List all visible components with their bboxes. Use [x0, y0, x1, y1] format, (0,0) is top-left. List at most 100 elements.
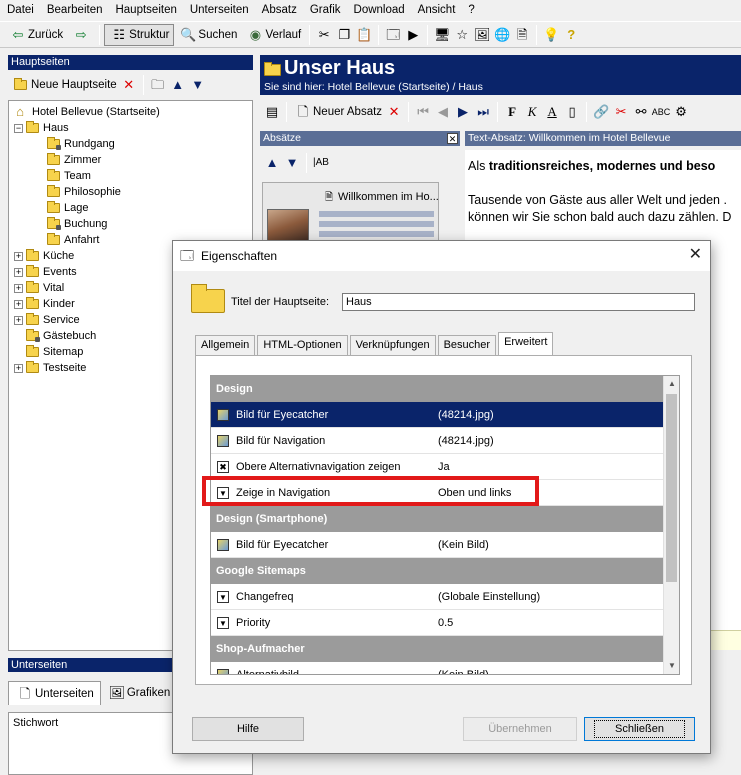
tree-item[interactable]: + Kinder [14, 296, 75, 312]
page-title-input[interactable] [342, 293, 695, 311]
menu-item[interactable]: Absatz [262, 4, 297, 16]
globe-icon[interactable]: 🌐 [494, 27, 510, 43]
property-value[interactable]: Ja [438, 461, 450, 473]
property-section[interactable]: Shop-Aufmacher [211, 636, 665, 662]
menu-item[interactable]: ? [468, 4, 474, 16]
link-icon[interactable]: 🔗 [593, 104, 609, 120]
tree-item[interactable]: Sitemap [14, 344, 83, 360]
dialog-tab[interactable]: Allgemein [195, 335, 256, 355]
paragraph-card[interactable]: 🗎 Willkommen im Ho... [262, 182, 439, 244]
publish-icon[interactable]: 🖥 [434, 27, 451, 43]
tree-item[interactable]: + Events [14, 264, 77, 280]
property-section[interactable]: Design [211, 376, 665, 402]
tree-item[interactable]: Rundgang [35, 136, 115, 152]
dialog-tab[interactable]: Besucher [437, 335, 497, 355]
menu-item[interactable]: Grafik [310, 4, 341, 16]
close-button[interactable]: Schließen [584, 717, 695, 741]
delete-icon[interactable]: ✕ [121, 77, 137, 93]
rename-icon[interactable]: |AB [313, 155, 329, 171]
image-icon[interactable]: 🖼 [474, 27, 491, 43]
menu-item[interactable]: Unterseiten [190, 4, 249, 16]
expand-icon[interactable]: + [14, 315, 23, 325]
unlink-icon[interactable]: ✂ [613, 104, 629, 120]
copy-icon[interactable]: ❐ [336, 27, 352, 43]
move-up-icon[interactable]: ▲ [264, 155, 280, 171]
tree-item[interactable]: Buchung [35, 216, 107, 232]
font-color-icon[interactable]: A [544, 104, 560, 120]
dialog-tab[interactable]: HTML-Optionen [257, 335, 348, 355]
move-folder-icon[interactable]: 🗀 [150, 77, 166, 93]
scroll-down-icon[interactable]: ▼ [664, 658, 679, 674]
expand-icon[interactable]: + [14, 251, 23, 261]
cut-icon[interactable]: ✂ [316, 27, 332, 43]
property-row[interactable]: Zeige in Navigation Oben und links [211, 480, 665, 506]
property-value[interactable]: 0.5 [438, 617, 453, 629]
property-row[interactable]: Bild für Navigation (48214.jpg) [211, 428, 665, 454]
apply-button[interactable]: Übernehmen [463, 717, 577, 741]
property-value[interactable]: (Kein Bild) [438, 539, 489, 551]
history-button[interactable]: ◉ Verlauf [241, 24, 305, 46]
bold-icon[interactable]: F [504, 104, 520, 120]
paste-icon[interactable]: 📋 [356, 27, 372, 43]
text-size-icon[interactable]: ▯ [564, 104, 580, 120]
property-value[interactable]: Oben und links [438, 487, 511, 499]
tree-item[interactable]: Anfahrt [35, 232, 99, 248]
tree-item[interactable]: Zimmer [35, 152, 101, 168]
close-icon[interactable]: ✕ [689, 247, 702, 263]
tree-item[interactable]: Team [35, 168, 91, 184]
menu-item[interactable]: Datei [7, 4, 34, 16]
tab-subpages[interactable]: 🗋 Unterseiten [8, 681, 101, 705]
last-icon[interactable]: ⏭ [475, 104, 491, 120]
next-icon[interactable]: ▶ [455, 104, 471, 120]
property-row[interactable]: Obere Alternativnavigation zeigen Ja [211, 454, 665, 480]
structure-button[interactable]: ☷ Struktur [104, 23, 175, 46]
vertical-scrollbar[interactable]: ▲ ▼ [663, 376, 679, 674]
expand-icon[interactable]: + [14, 283, 23, 293]
move-down-icon[interactable]: ▼ [190, 77, 206, 93]
dialog-tab[interactable]: Verknüpfungen [349, 335, 436, 355]
collapse-icon[interactable]: − [14, 123, 23, 133]
new-paragraph-button[interactable]: 🗋 Neuer Absatz [291, 101, 384, 123]
move-up-icon[interactable]: ▲ [170, 77, 186, 93]
property-row[interactable]: Bild für Eyecatcher (Kein Bild) [211, 532, 665, 558]
tree-item[interactable]: + Testseite [14, 360, 86, 376]
previous-icon[interactable]: ◀ [435, 104, 451, 120]
tree-item[interactable]: + Service [14, 312, 80, 328]
search-button[interactable]: 🔍 Suchen [174, 24, 241, 46]
menu-item[interactable]: Download [354, 4, 405, 16]
tree-item[interactable]: Lage [35, 200, 88, 216]
forward-button[interactable]: ⇨ [67, 24, 95, 46]
lightbulb-icon[interactable]: 💡 [543, 27, 559, 43]
back-button[interactable]: ⇦ Zurück [4, 24, 67, 46]
property-row[interactable]: Bild für Eyecatcher (48214.jpg) [211, 402, 665, 428]
first-icon[interactable]: ⏮ [415, 104, 431, 120]
property-section[interactable]: Design (Smartphone) [211, 506, 665, 532]
help-icon[interactable]: ? [563, 27, 579, 43]
property-value[interactable]: (Globale Einstellung) [438, 591, 540, 603]
tree-item[interactable]: + Küche [14, 248, 74, 264]
document-search-icon[interactable]: 🗎 [514, 27, 530, 43]
anchor-icon[interactable]: ⚯ [633, 104, 649, 120]
tree-item[interactable]: + Vital [14, 280, 64, 296]
close-icon[interactable]: ✕ [447, 133, 458, 144]
expand-icon[interactable]: + [14, 363, 23, 373]
property-row[interactable]: Alternativbild (Kein Bild) [211, 662, 665, 674]
tab-graphics[interactable]: 🖼 Grafiken [101, 681, 176, 705]
scroll-up-icon[interactable]: ▲ [664, 376, 679, 392]
tree-item[interactable]: Gästebuch [14, 328, 96, 344]
menu-item[interactable]: Bearbeiten [47, 4, 103, 16]
help-button[interactable]: Hilfe [192, 717, 304, 741]
expand-icon[interactable]: + [14, 299, 23, 309]
preview-icon[interactable]: ▶ [405, 27, 421, 43]
spellcheck-icon[interactable]: ABC [652, 104, 671, 120]
property-value[interactable]: (48214.jpg) [438, 409, 494, 421]
menu-item[interactable]: Ansicht [418, 4, 456, 16]
new-main-page-button[interactable]: Neue Hauptseite [12, 74, 119, 96]
property-section[interactable]: Google Sitemaps [211, 558, 665, 584]
star-icon[interactable]: ☆ [454, 27, 470, 43]
property-row[interactable]: Priority 0.5 [211, 610, 665, 636]
tree-item[interactable]: − Haus [14, 120, 69, 136]
dialog-tab[interactable]: Erweitert [498, 332, 554, 355]
tree-item[interactable]: Philosophie [35, 184, 121, 200]
tree-item[interactable]: ⌂ Hotel Bellevue (Startseite) [12, 104, 160, 120]
